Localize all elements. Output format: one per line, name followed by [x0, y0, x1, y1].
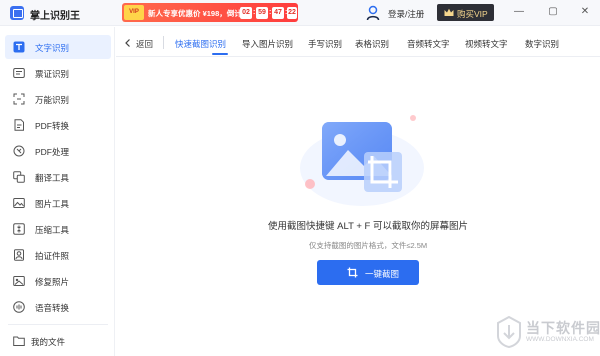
- title-bar: 掌上识别王 VIP 新人专享优惠价 ¥198，倒计时 02 : 59 : 47 …: [0, 0, 600, 26]
- watermark-logo-icon: [497, 316, 521, 348]
- countdown-minutes: 59: [256, 7, 268, 19]
- capture-button[interactable]: 一键截图: [317, 260, 419, 285]
- sidebar-item-text-recognition[interactable]: 文字识别: [5, 35, 111, 59]
- sidebar-item-label: 文字识别: [35, 43, 70, 53]
- sidebar-item-universal-recognition[interactable]: 万能识别: [5, 87, 111, 111]
- countdown-hours: 02: [240, 7, 252, 19]
- crown-icon: [444, 8, 454, 16]
- countdown-separator: :: [253, 9, 256, 16]
- sidebar-item-photo-repair[interactable]: 修复照片: [5, 269, 111, 293]
- sidebar-item-ticket-recognition[interactable]: 票证识别: [5, 61, 111, 85]
- crop-icon: [347, 267, 358, 278]
- user-icon[interactable]: [366, 5, 380, 21]
- buy-vip-button[interactable]: 购买VIP: [437, 4, 494, 21]
- sidebar-item-label: 修复照片: [35, 277, 70, 287]
- tab-divider: [163, 36, 164, 49]
- sidebar: 文字识别 票证识别 万能识别 PDF转换 PDF处理 翻译工具 图片工具 压缩工…: [0, 27, 115, 356]
- sidebar-item-label: 万能识别: [35, 95, 70, 105]
- buy-vip-label: 购买VIP: [457, 9, 488, 19]
- ticket-icon: [13, 68, 25, 78]
- sidebar-divider: [8, 324, 108, 325]
- sidebar-item-label: PDF处理: [35, 147, 70, 157]
- sidebar-item-label: PDF转换: [35, 121, 70, 131]
- sidebar-item-label: 图片工具: [35, 199, 70, 209]
- chevron-left-icon: [125, 39, 130, 47]
- sidebar-item-label: 语音转换: [35, 303, 70, 313]
- capture-label: 一键截图: [365, 269, 400, 279]
- sidebar-item-label: 拍证件照: [35, 251, 70, 261]
- translate-icon: [13, 171, 25, 183]
- shortcut-hint: 使用截图快捷键 ALT + F 可以截取你的屏幕图片: [268, 221, 468, 232]
- sidebar-item-image-tools[interactable]: 图片工具: [5, 191, 111, 215]
- app-logo-icon: [10, 6, 24, 20]
- sidebar-item-label: 翻译工具: [35, 173, 70, 183]
- tab-quick-screenshot[interactable]: 快速截图识别: [175, 38, 226, 50]
- pdf-convert-icon: [14, 119, 24, 131]
- countdown-seconds: 47: [272, 7, 284, 19]
- format-hint: 仅支持截图的图片格式，文件≤2.5M: [308, 241, 428, 250]
- restore-button[interactable]: ▢: [545, 4, 561, 20]
- tab-video-to-text[interactable]: 视频转文字: [465, 38, 508, 50]
- text-scan-icon: [13, 41, 25, 53]
- sidebar-item-my-files[interactable]: 我的文件: [5, 329, 111, 353]
- image-tool-icon: [13, 198, 25, 208]
- minimize-button[interactable]: —: [511, 4, 527, 20]
- tab-handwriting[interactable]: 手写识别: [308, 38, 342, 50]
- pdf-process-icon: [13, 145, 25, 157]
- sidebar-item-translate[interactable]: 翻译工具: [5, 165, 111, 189]
- promo-badge: VIP: [124, 5, 144, 20]
- voice-convert-icon: [13, 301, 25, 313]
- tab-import-image[interactable]: 导入图片识别: [242, 38, 293, 50]
- screenshot-illustration-icon: [300, 115, 424, 206]
- sidebar-item-pdf-convert[interactable]: PDF转换: [5, 113, 111, 137]
- folder-icon: [13, 336, 25, 346]
- sidebar-item-pdf-process[interactable]: PDF处理: [5, 139, 111, 163]
- promo-banner[interactable]: VIP 新人专享优惠价 ¥198，倒计时 02 : 59 : 47 : 22: [122, 3, 298, 22]
- countdown-separator: :: [269, 9, 272, 16]
- universal-scan-icon: [13, 93, 25, 105]
- close-button[interactable]: ✕: [577, 4, 593, 20]
- login-register-link[interactable]: 登录/注册: [388, 8, 424, 20]
- tab-bar: 返回 快速截图识别 导入图片识别 手写识别 表格识别 音频转文字 视频转文字 数…: [116, 27, 600, 57]
- watermark-text: 当下软件园: [526, 320, 600, 336]
- watermark-url: WWW.DOWNXIA.COM: [526, 336, 594, 343]
- active-tab-indicator: [212, 53, 228, 55]
- tab-audio-to-text[interactable]: 音频转文字: [407, 38, 450, 50]
- sidebar-item-label: 票证识别: [35, 69, 70, 79]
- sidebar-item-voice-convert[interactable]: 语音转换: [5, 295, 111, 319]
- sidebar-item-label: 我的文件: [31, 337, 66, 347]
- photo-repair-icon: [13, 276, 25, 286]
- promo-text: 新人专享优惠价 ¥198，倒计时: [148, 9, 250, 18]
- back-label: 返回: [136, 39, 154, 49]
- countdown-centiseconds: 22: [287, 7, 297, 19]
- app-title: 掌上识别王: [30, 11, 80, 22]
- tab-table[interactable]: 表格识别: [355, 38, 389, 50]
- tab-number[interactable]: 数字识别: [525, 38, 559, 50]
